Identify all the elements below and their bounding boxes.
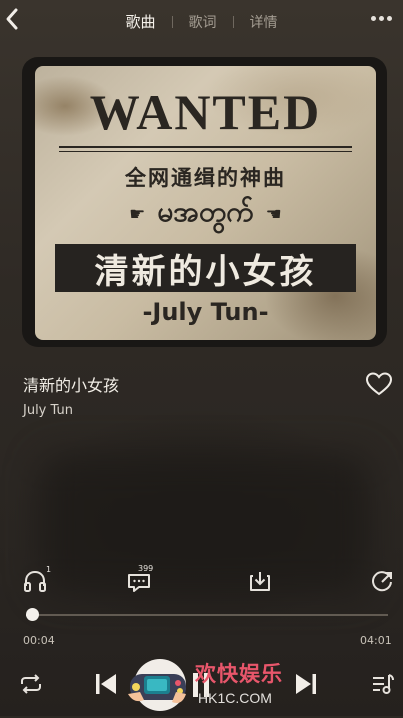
cover-heading: WANTED (89, 84, 322, 140)
watermark-title: 欢快娱乐 (195, 662, 283, 686)
total-duration: 04:01 (360, 634, 392, 647)
more-dot-icon (371, 15, 376, 21)
tab-details[interactable]: 详情 (244, 12, 284, 32)
cover-myanmar-row: ☛ မအတွက် ☚ (35, 194, 376, 234)
repeat-icon (21, 674, 41, 694)
skip-next-icon (296, 674, 316, 694)
song-artist[interactable]: July Tun (23, 403, 73, 418)
tab-lyrics[interactable]: 歌词 (183, 12, 223, 32)
cover-banner: 清新的小女孩 (55, 244, 356, 292)
song-title: 清新的小女孩 (23, 376, 120, 395)
elapsed-time: 00:04 (23, 634, 55, 647)
next-button[interactable] (293, 671, 319, 701)
cover-subtitle: 全网通缉的神曲 (125, 166, 286, 190)
progress-slider[interactable] (26, 608, 388, 621)
like-button[interactable] (365, 371, 393, 397)
cover-rule (59, 146, 352, 148)
headphones-icon (24, 570, 46, 592)
comment-count-badge: 399 (138, 564, 154, 573)
cover-artist: -July Tun- (142, 298, 269, 326)
tab-bar: 歌曲 歌词 详情 (0, 11, 403, 32)
share-icon (372, 571, 392, 592)
listen-button[interactable]: 1 (22, 565, 52, 598)
pointing-hand-icon: ☛ (129, 203, 146, 225)
cover-myanmar-text: မအတွက် (157, 195, 254, 228)
watermark: 欢快娱乐 HK1C.COM (120, 656, 285, 714)
heart-icon (365, 372, 393, 396)
more-button[interactable] (371, 12, 393, 24)
top-bar: 歌曲 歌词 详情 (0, 0, 403, 40)
download-icon (250, 572, 270, 591)
pointing-hand-icon: ☚ (265, 203, 282, 225)
cover-rule (59, 151, 352, 152)
cover-banner-text: 清新的小女孩 (94, 251, 317, 292)
download-button[interactable] (247, 568, 277, 598)
share-button[interactable] (369, 568, 399, 598)
comments-button[interactable]: 399 (126, 564, 156, 598)
tab-divider (232, 15, 234, 28)
playlist-icon (373, 674, 394, 694)
tab-song[interactable]: 歌曲 (119, 11, 161, 32)
progress-track (26, 614, 388, 616)
playlist-button[interactable] (370, 672, 396, 700)
skip-previous-icon (96, 674, 116, 694)
previous-button[interactable] (93, 671, 119, 701)
listen-count-badge: 1 (46, 565, 52, 574)
game-controller-logo-icon (128, 659, 186, 711)
more-dot-icon (379, 15, 384, 21)
more-dot-icon (387, 15, 392, 21)
repeat-mode-button[interactable] (18, 672, 44, 700)
album-cover[interactable]: WANTED 全网通缉的神曲 ☛ မအတွက် ☚ 清新的小女孩 -July T… (35, 66, 376, 340)
tab-divider (171, 15, 173, 28)
watermark-domain: HK1C.COM (198, 690, 272, 706)
action-row: 1 399 (0, 564, 403, 598)
